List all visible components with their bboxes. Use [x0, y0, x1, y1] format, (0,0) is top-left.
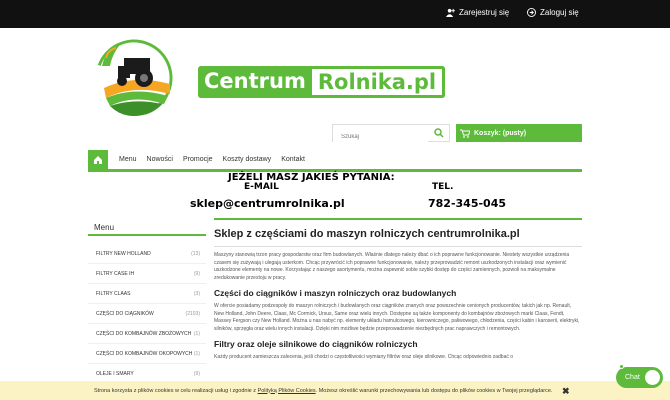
content-divider — [214, 218, 582, 220]
filters-paragraph: Każdy producent zamieszcza zalecenia, je… — [214, 354, 514, 360]
register-label: Zarejestruj się — [459, 8, 510, 17]
category-count: (9) — [193, 271, 200, 277]
category-item[interactable]: CZĘŚCI DO KOMBAJNÓW OKOPOWYCH (1) — [88, 344, 206, 364]
phone-value[interactable]: 782-345-045 — [428, 197, 506, 210]
nav-item-contact[interactable]: Kontakt — [276, 156, 310, 163]
login-link[interactable]: Zaloguj się — [527, 8, 579, 17]
category-count: (13) — [191, 251, 200, 257]
category-label: OLEJE I SMARY — [96, 371, 134, 377]
category-item[interactable]: FILTRY CASE IH (9) — [88, 264, 206, 284]
close-icon[interactable]: ✖ — [562, 386, 570, 397]
email-label: E-MAIL — [244, 182, 279, 192]
cart-label: Koszyk: (pusty) — [474, 129, 527, 137]
main-content: Sklep z częściami do maszyn rolniczych c… — [214, 218, 582, 362]
chat-status-dot — [619, 364, 624, 369]
page-title: Sklep z częściami do maszyn rolniczych c… — [214, 228, 520, 240]
intro-paragraph: Maszyny stanowią trzon pracy gospodarstw… — [214, 252, 570, 281]
category-count: (1) — [193, 351, 200, 357]
home-icon — [94, 155, 102, 164]
category-label: CZĘŚCI DO CIĄGNIKÓW — [96, 311, 154, 317]
category-label: FILTRY CLAAS — [96, 291, 131, 297]
email-value[interactable]: sklep@centrumrolnika.pl — [190, 197, 345, 210]
nav-item-menu[interactable]: Menu — [114, 156, 142, 163]
category-label: CZĘŚCI DO KOMBAJNÓW ZBOŻOWYCH — [96, 331, 192, 337]
chat-label: Chat — [625, 374, 640, 381]
search-input[interactable] — [333, 129, 428, 145]
top-bar: Zarejestruj się Zaloguj się — [0, 0, 670, 28]
parts-paragraph: W ofercie posiadamy podzespoły do maszyn… — [214, 303, 580, 332]
nav-item-promotions[interactable]: Promocje — [178, 156, 218, 163]
category-count: (3) — [193, 291, 200, 297]
category-item[interactable]: CZĘŚCI DO KOMBAJNÓW ZBOŻOWYCH (1) — [88, 324, 206, 344]
cart-icon — [460, 129, 470, 138]
sidebar-title: Menu — [88, 218, 206, 236]
register-link[interactable]: Zarejestruj się — [446, 8, 509, 17]
cookie-text-before: Strona korzysta z plików cookies w celu … — [94, 387, 257, 394]
title-divider — [214, 246, 582, 247]
logo-part1: Centrum — [198, 66, 312, 98]
home-button[interactable] — [88, 150, 108, 169]
category-item[interactable]: CZĘŚCI DO CIĄGNIKÓW (2103) — [88, 304, 206, 324]
category-label: FILTRY CASE IH — [96, 271, 135, 277]
phone-label: TEL. — [432, 182, 454, 192]
category-label: CZĘŚCI DO KOMBAJNÓW OKOPOWYCH — [96, 351, 193, 357]
chat-button[interactable]: Chat — [616, 364, 663, 388]
cart-button[interactable]: Koszyk: (pusty) — [456, 124, 582, 142]
search-icon[interactable] — [434, 128, 444, 138]
category-label: FILTRY NEW HOLLAND — [96, 251, 151, 257]
category-count: (2103) — [185, 311, 200, 317]
cookie-banner: Strona korzysta z plików cookies w celu … — [0, 381, 670, 400]
category-item[interactable]: FILTRY CLAAS (3) — [88, 284, 206, 304]
cookie-text-after: . Możesz określić warunki przechowywania… — [315, 387, 553, 394]
search-box — [332, 124, 450, 145]
logo-part2: Rolnika.pl — [311, 66, 446, 98]
nav-item-news[interactable]: Nowości — [142, 156, 178, 163]
logo-emblem — [95, 39, 173, 116]
section-heading-parts: Części do ciągników i maszyn rolniczych … — [214, 288, 457, 298]
category-item[interactable]: FILTRY NEW HOLLAND (13) — [88, 244, 206, 264]
logo-wordmark[interactable]: Centrum Rolnika.pl — [198, 66, 446, 98]
chat-icon — [645, 370, 660, 385]
category-count: (1) — [193, 331, 200, 337]
main-nav: Menu Nowości Promocje Koszty dostawy Kon… — [88, 150, 582, 172]
login-icon — [527, 8, 536, 17]
cookie-policy-link[interactable]: Polityką Plików Cookies — [258, 388, 316, 394]
user-add-icon — [446, 8, 455, 17]
login-label: Zaloguj się — [540, 8, 579, 17]
section-heading-filters: Filtry oraz oleje silnikowe do ciągników… — [214, 339, 418, 349]
category-sidebar: Menu FILTRY NEW HOLLAND (13) FILTRY CASE … — [88, 218, 206, 384]
nav-item-shipping[interactable]: Koszty dostawy — [218, 156, 277, 163]
category-list: FILTRY NEW HOLLAND (13) FILTRY CASE IH (9)… — [88, 244, 206, 384]
